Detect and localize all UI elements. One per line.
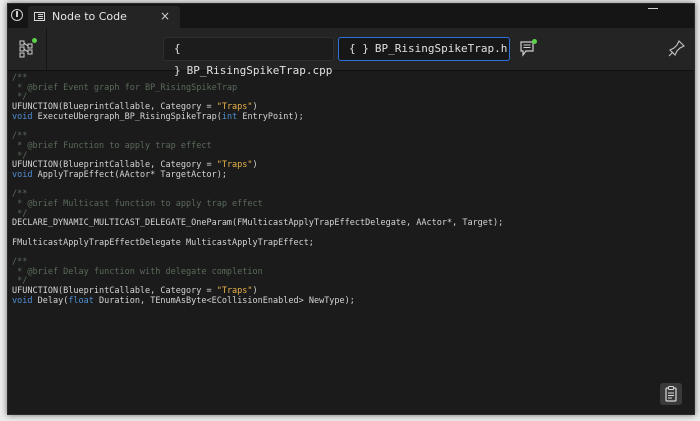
code-token: Delay( [32, 295, 69, 306]
code-token: * @brief Multicast function to apply tra… [12, 198, 263, 209]
code-token: ExecuteUbergraph_BP_RisingSpikeTrap( [32, 111, 222, 122]
code-line: * @brief Delay function with delegate co… [12, 266, 692, 278]
code-line: void ExecuteUbergraph_BP_RisingSpikeTrap… [12, 111, 692, 123]
code-token: FMulticastApplyTrapEffectDelegate Multic… [12, 237, 314, 248]
code-token: void [12, 111, 33, 122]
close-icon[interactable]: × [160, 9, 170, 23]
clipboard-icon [665, 386, 677, 402]
copy-to-clipboard-button[interactable] [660, 383, 682, 405]
code-view[interactable]: /** * @brief Event graph for BP_RisingSp… [12, 73, 692, 374]
code-line: DECLARE_DYNAMIC_MULTICAST_DELEGATE_OnePa… [12, 218, 692, 229]
code-token: /** [12, 131, 28, 142]
code-token: void [12, 295, 33, 306]
code-token: /** [12, 189, 28, 200]
braces-icon: { } [174, 42, 181, 77]
file-tab-cpp[interactable]: { } BP_RisingSpikeTrap.cpp [163, 37, 334, 77]
code-token: UFUNCTION(BlueprintCallable, Category = [12, 286, 217, 297]
code-token: ApplyTrapEffect(AActor* TargetActor); [32, 169, 227, 180]
code-token: * @brief Delay function with delegate co… [12, 266, 263, 277]
braces-icon: { } [349, 42, 369, 55]
tab-node-to-code[interactable]: Node to Code × [28, 6, 180, 28]
code-token: void [12, 169, 33, 180]
code-token: ) [252, 160, 258, 171]
minimize-icon[interactable] [648, 8, 658, 9]
node-to-code-window: Node to Code × { } BP_RisingSpikeTrap.cpp… [7, 3, 695, 415]
code-line: void Delay(float Duration, TEnumAsByte<E… [12, 295, 692, 307]
code-token: /** [12, 257, 28, 268]
code-token: UFUNCTION(BlueprintCallable, Category = [12, 102, 217, 113]
code-token: int [221, 111, 238, 122]
code-token: UFUNCTION(BlueprintCallable, Category = [12, 160, 217, 171]
pin-icon[interactable] [668, 39, 686, 57]
code-token: Duration, TEnumAsByte<ECollisionEnabled>… [93, 295, 355, 306]
code-token: "Traps" [216, 286, 253, 297]
code-token: ) [252, 102, 258, 113]
comment-status-dot-icon [532, 39, 537, 44]
file-tab-h[interactable]: { } BP_RisingSpikeTrap.h [338, 37, 510, 61]
code-token: "Traps" [216, 102, 253, 113]
code-token: EntryPoint); [237, 111, 304, 122]
unreal-logo-icon [11, 9, 23, 21]
code-token: */ [12, 150, 28, 161]
code-token: "Traps" [216, 160, 253, 171]
toolbar: { } BP_RisingSpikeTrap.cpp { } BP_RisingSp… [8, 28, 694, 77]
code-token: float [68, 295, 94, 306]
code-token: ) [252, 286, 258, 297]
code-line: * @brief Multicast function to apply tra… [12, 198, 692, 210]
code-token: */ [12, 276, 28, 287]
code-token: */ [12, 208, 28, 219]
title-bar: Node to Code × [8, 4, 694, 28]
code-line: * @brief Function to apply trap effect [12, 140, 692, 152]
code-token: * @brief Event graph for BP_RisingSpikeT… [12, 82, 238, 93]
graph-toggle-icon [19, 40, 33, 58]
code-line: void ApplyTrapEffect(AActor* TargetActor… [12, 169, 692, 181]
code-token: /** [12, 73, 28, 83]
status-dot-icon [32, 38, 37, 43]
code-token: DECLARE_DYNAMIC_MULTICAST_DELEGATE_OnePa… [12, 218, 504, 229]
tab-title: Node to Code [52, 10, 127, 23]
graph-toggle-button[interactable] [8, 28, 47, 70]
code-token: */ [12, 92, 28, 103]
file-tab-label: BP_RisingSpikeTrap.h [374, 42, 508, 55]
window-icon [34, 12, 45, 21]
code-line: * @brief Event graph for BP_RisingSpikeT… [12, 82, 692, 94]
code-line: FMulticastApplyTrapEffectDelegate Multic… [12, 237, 692, 249]
code-token: * @brief Function to apply trap effect [12, 140, 212, 151]
